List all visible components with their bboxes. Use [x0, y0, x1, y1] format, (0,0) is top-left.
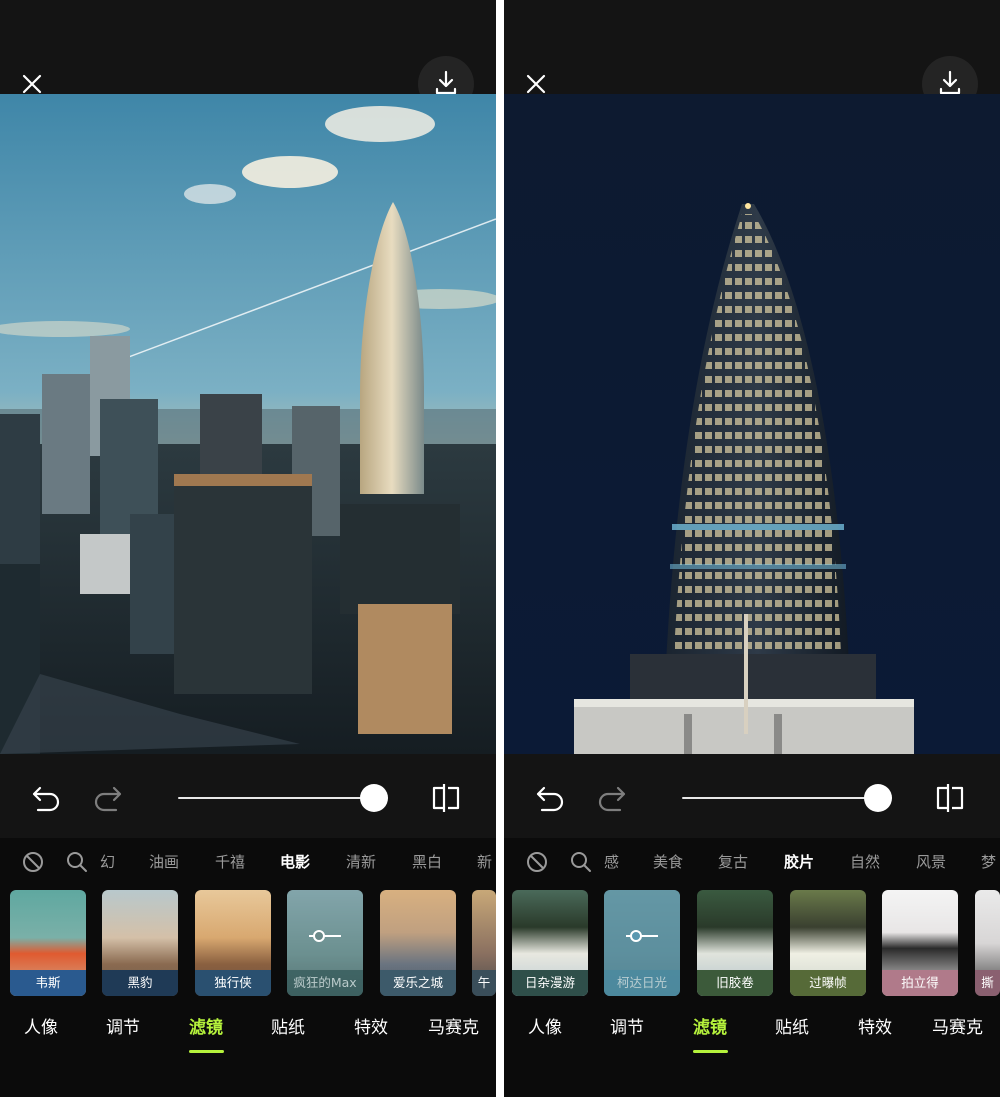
active-tab-indicator [693, 1050, 728, 1053]
redo-icon[interactable] [596, 784, 628, 814]
search-icon[interactable] [570, 851, 592, 873]
filter-category[interactable]: 新 [477, 852, 492, 872]
filter-thumbnail[interactable]: 独行侠 [195, 890, 271, 996]
top-bar [504, 0, 1000, 112]
filter-label: 午 [472, 970, 496, 996]
slider-handle[interactable] [360, 784, 388, 812]
redo-icon[interactable] [92, 784, 124, 814]
filter-panel: 感 美食 复古 胶片 自然 风景 梦 日杂漫游 柯达日光 旧胶卷 过曝帧 拍立得… [504, 838, 1000, 1002]
filter-thumbnail[interactable]: 拍立得 [882, 890, 958, 996]
adjust-icon[interactable] [626, 928, 658, 942]
nav-tab-mosaic[interactable]: 马赛克 [932, 1016, 983, 1040]
filter-category[interactable]: 复古 [718, 852, 748, 872]
nav-tab-adjust[interactable]: 调节 [106, 1016, 140, 1040]
nav-tab-sticker[interactable]: 贴纸 [775, 1016, 809, 1040]
filter-category-active[interactable]: 胶片 [784, 852, 814, 872]
download-icon [939, 70, 961, 95]
search-icon[interactable] [66, 851, 88, 873]
filter-category-active[interactable]: 电影 [280, 852, 310, 872]
intensity-slider[interactable] [178, 782, 388, 814]
nav-tab-mosaic[interactable]: 马赛克 [428, 1016, 479, 1040]
filter-label: 撕 [975, 970, 1000, 996]
nav-tab-filter[interactable]: 滤镜 [189, 1016, 223, 1040]
filter-category-bar: 幻 油画 千禧 电影 清新 黑白 新 [0, 838, 496, 886]
filter-category[interactable]: 清新 [346, 852, 376, 872]
download-icon [435, 70, 457, 95]
filter-category[interactable]: 美食 [653, 852, 683, 872]
filter-thumbnail-selected[interactable]: 柯达日光 [604, 890, 680, 996]
filter-thumbnail-list: 日杂漫游 柯达日光 旧胶卷 过曝帧 拍立得 撕 [504, 890, 1000, 998]
edit-toolbar [0, 758, 496, 838]
filter-label: 疯狂的Max [287, 970, 363, 996]
edit-toolbar [504, 758, 1000, 838]
filter-label: 旧胶卷 [697, 970, 773, 996]
nav-tab-effects[interactable]: 特效 [858, 1016, 892, 1040]
filter-category[interactable]: 幻 [100, 852, 115, 872]
filter-category[interactable]: 千禧 [215, 852, 245, 872]
photo-canvas[interactable] [0, 94, 496, 754]
intensity-slider[interactable] [682, 782, 892, 814]
filter-label: 拍立得 [882, 970, 958, 996]
filter-label: 日杂漫游 [512, 970, 588, 996]
bottom-nav: 人像 调节 滤镜 贴纸 特效 马赛克 [504, 1002, 1000, 1097]
nav-tab-filter[interactable]: 滤镜 [693, 1016, 727, 1040]
filter-thumbnail[interactable]: 日杂漫游 [512, 890, 588, 996]
filter-thumbnail[interactable]: 爱乐之城 [380, 890, 456, 996]
night-tower-photo [504, 94, 1000, 754]
nav-tab-portrait[interactable]: 人像 [24, 1016, 58, 1040]
slider-track [178, 797, 388, 799]
filter-thumbnail[interactable]: 韦斯 [10, 890, 86, 996]
filter-category[interactable]: 感 [604, 852, 619, 872]
nav-tab-adjust[interactable]: 调节 [610, 1016, 644, 1040]
editor-screen-left: 幻 油画 千禧 电影 清新 黑白 新 韦斯 黑豹 独行侠 疯狂的Max 爱乐之城… [0, 0, 496, 1097]
photo-canvas[interactable] [504, 94, 1000, 754]
filter-thumbnail[interactable]: 旧胶卷 [697, 890, 773, 996]
top-bar [0, 0, 496, 112]
filter-thumbnail[interactable]: 午 [472, 890, 496, 996]
filter-label: 柯达日光 [604, 970, 680, 996]
filter-label: 黑豹 [102, 970, 178, 996]
filter-thumbnail[interactable]: 撕 [975, 890, 1000, 996]
nav-tab-portrait[interactable]: 人像 [528, 1016, 562, 1040]
adjust-icon[interactable] [309, 928, 341, 942]
no-filter-icon[interactable] [526, 851, 548, 873]
slider-handle[interactable] [864, 784, 892, 812]
slider-track [682, 797, 892, 799]
active-tab-indicator [189, 1050, 224, 1053]
filter-category[interactable]: 黑白 [412, 852, 442, 872]
compare-icon[interactable] [430, 782, 462, 814]
filter-thumbnail[interactable]: 黑豹 [102, 890, 178, 996]
nav-tab-sticker[interactable]: 贴纸 [271, 1016, 305, 1040]
filter-label: 爱乐之城 [380, 970, 456, 996]
filter-category[interactable]: 风景 [916, 852, 946, 872]
filter-label: 过曝帧 [790, 970, 866, 996]
compare-icon[interactable] [934, 782, 966, 814]
filter-category[interactable]: 梦 [981, 852, 996, 872]
filter-thumbnail[interactable]: 过曝帧 [790, 890, 866, 996]
bottom-nav: 人像 调节 滤镜 贴纸 特效 马赛克 [0, 1002, 496, 1097]
filter-category-bar: 感 美食 复古 胶片 自然 风景 梦 [504, 838, 1000, 886]
undo-icon[interactable] [534, 784, 566, 814]
filter-thumbnail-list: 韦斯 黑豹 独行侠 疯狂的Max 爱乐之城 午 [0, 890, 496, 998]
editor-screen-right: 感 美食 复古 胶片 自然 风景 梦 日杂漫游 柯达日光 旧胶卷 过曝帧 拍立得… [504, 0, 1000, 1097]
filter-thumbnail-selected[interactable]: 疯狂的Max [287, 890, 363, 996]
filter-label: 独行侠 [195, 970, 271, 996]
nav-tab-effects[interactable]: 特效 [354, 1016, 388, 1040]
filter-panel: 幻 油画 千禧 电影 清新 黑白 新 韦斯 黑豹 独行侠 疯狂的Max 爱乐之城… [0, 838, 496, 1002]
filter-category[interactable]: 油画 [149, 852, 179, 872]
filter-label: 韦斯 [10, 970, 86, 996]
city-skyline-photo [0, 94, 496, 754]
undo-icon[interactable] [30, 784, 62, 814]
no-filter-icon[interactable] [22, 851, 44, 873]
filter-category[interactable]: 自然 [850, 852, 880, 872]
stage: 幻 油画 千禧 电影 清新 黑白 新 韦斯 黑豹 独行侠 疯狂的Max 爱乐之城… [0, 0, 1000, 1097]
